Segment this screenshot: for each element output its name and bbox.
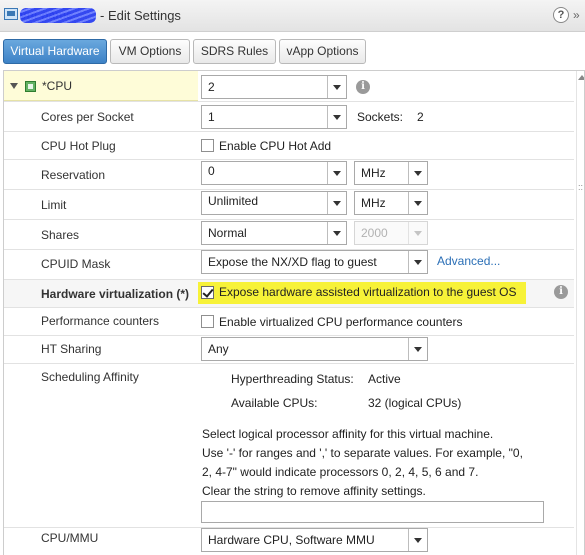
cpu-hot-plug-label: CPU Hot Plug — [41, 139, 116, 153]
vm-icon — [4, 8, 18, 20]
advanced-link[interactable]: Advanced... — [437, 254, 500, 268]
cpu-header[interactable]: *CPU — [4, 71, 198, 101]
cores-per-socket-row: Cores per Socket 1 Sockets: 2 — [4, 102, 574, 132]
ht-status-value: Active — [368, 372, 401, 386]
vertical-scrollbar[interactable]: :: — [576, 71, 584, 555]
limit-unit-select[interactable]: MHz — [354, 191, 428, 215]
chevron-down-icon[interactable] — [327, 162, 346, 184]
cpu-label: *CPU — [42, 79, 73, 93]
performance-counters-label: Performance counters — [41, 314, 160, 328]
cpu-hot-add-checkbox[interactable] — [201, 139, 214, 152]
window-title: - Edit Settings — [100, 8, 181, 23]
cores-per-socket-select[interactable]: 1 — [201, 105, 347, 129]
cpu-row: *CPU 2 i — [4, 71, 574, 102]
tab-virtual-hardware[interactable]: Virtual Hardware — [3, 39, 107, 64]
tab-vm-options[interactable]: VM Options — [110, 39, 190, 64]
cpuid-mask-row: CPUID Mask Expose the NX/XD flag to gues… — [4, 250, 574, 280]
chevron-down-icon[interactable] — [327, 76, 346, 98]
info-icon[interactable]: i — [356, 80, 370, 94]
reservation-row: Reservation 0 MHz — [4, 160, 574, 190]
scheduling-affinity-label: Scheduling Affinity — [41, 370, 139, 384]
cpu-mmu-select[interactable]: Hardware CPU, Software MMU — [201, 528, 428, 552]
chevron-down-icon — [408, 222, 427, 244]
affinity-help-line2: Use '-' for ranges and ',' to separate v… — [202, 446, 523, 460]
shares-select[interactable]: Normal — [201, 221, 347, 245]
cpu-mmu-row: CPU/MMU Hardware CPU, Software MMU — [4, 528, 574, 555]
chevron-down-icon[interactable] — [408, 251, 427, 273]
affinity-help-line3: 2, 4-7" would indicate processors 0, 2, … — [202, 465, 479, 479]
chevron-down-icon[interactable] — [327, 222, 346, 244]
chevron-down-icon[interactable] — [327, 106, 346, 128]
settings-panel: *CPU 2 i Cores per Socket 1 Sockets: 2 C… — [3, 70, 585, 555]
shares-row: Shares Normal 2000 — [4, 220, 574, 250]
resize-grip-icon[interactable]: :: — [578, 183, 584, 193]
help-button[interactable]: ? — [553, 7, 569, 23]
cpu-icon — [25, 81, 36, 92]
scroll-up-icon[interactable] — [578, 75, 584, 80]
tab-sdrs-rules[interactable]: SDRS Rules — [193, 39, 276, 64]
hardware-virtualization-checkbox-label[interactable]: Expose hardware assisted virtualization … — [219, 285, 517, 299]
more-icon[interactable]: » — [573, 8, 583, 22]
ht-sharing-row: HT Sharing Any — [4, 336, 574, 364]
ht-sharing-select[interactable]: Any — [201, 337, 428, 361]
info-icon[interactable]: i — [554, 285, 568, 299]
affinity-help-line4: Clear the string to remove affinity sett… — [202, 484, 426, 498]
limit-row: Limit Unlimited MHz — [4, 190, 574, 220]
ht-sharing-label: HT Sharing — [41, 342, 102, 356]
chevron-down-icon[interactable] — [408, 162, 427, 184]
limit-label: Limit — [41, 198, 67, 212]
affinity-help-line1: Select logical processor affinity for th… — [202, 427, 494, 441]
vm-name-redacted: vm-name — [20, 8, 96, 23]
reservation-label: Reservation — [41, 168, 106, 182]
sockets-label: Sockets: — [357, 110, 404, 124]
scheduling-affinity-row: Scheduling Affinity Hyperthreading Statu… — [4, 364, 574, 528]
chevron-down-icon[interactable] — [408, 529, 427, 551]
limit-input[interactable]: Unlimited — [201, 191, 347, 215]
cpu-hot-plug-row: CPU Hot Plug Enable CPU Hot Add — [4, 132, 574, 160]
hardware-virtualization-label: Hardware virtualization (*) — [41, 287, 190, 301]
title-bar: vm-name - Edit Settings ? » — [0, 0, 585, 32]
sockets-value: 2 — [417, 110, 424, 124]
cpuid-mask-select[interactable]: Expose the NX/XD flag to guest — [201, 250, 428, 274]
cpuid-mask-label: CPUID Mask — [41, 257, 111, 271]
tab-vapp-options[interactable]: vApp Options — [279, 39, 366, 64]
chevron-down-icon[interactable] — [327, 192, 346, 214]
affinity-input[interactable] — [201, 501, 544, 523]
reservation-input[interactable]: 0 — [201, 161, 347, 185]
shares-amount-input: 2000 — [354, 221, 428, 245]
chevron-down-icon[interactable] — [408, 192, 427, 214]
reservation-unit-select[interactable]: MHz — [354, 161, 428, 185]
ht-status-label: Hyperthreading Status: — [231, 372, 354, 386]
performance-counters-checkbox[interactable] — [201, 315, 214, 328]
available-cpus-label: Available CPUs: — [231, 396, 318, 410]
hardware-virtualization-checkbox[interactable] — [201, 286, 214, 299]
available-cpus-value: 32 (logical CPUs) — [368, 396, 462, 410]
performance-counters-checkbox-label[interactable]: Enable virtualized CPU performance count… — [219, 315, 462, 329]
shares-label: Shares — [41, 228, 80, 242]
collapse-triangle-icon[interactable] — [10, 83, 18, 89]
cpu-hot-add-label[interactable]: Enable CPU Hot Add — [219, 139, 331, 153]
cpu-mmu-label: CPU/MMU — [41, 531, 99, 545]
cpu-count-select[interactable]: 2 — [201, 75, 347, 99]
chevron-down-icon[interactable] — [408, 338, 427, 360]
cores-per-socket-label: Cores per Socket — [41, 110, 134, 124]
hardware-virtualization-row: Hardware virtualization (*) Expose hardw… — [4, 280, 574, 308]
performance-counters-row: Performance counters Enable virtualized … — [4, 308, 574, 336]
